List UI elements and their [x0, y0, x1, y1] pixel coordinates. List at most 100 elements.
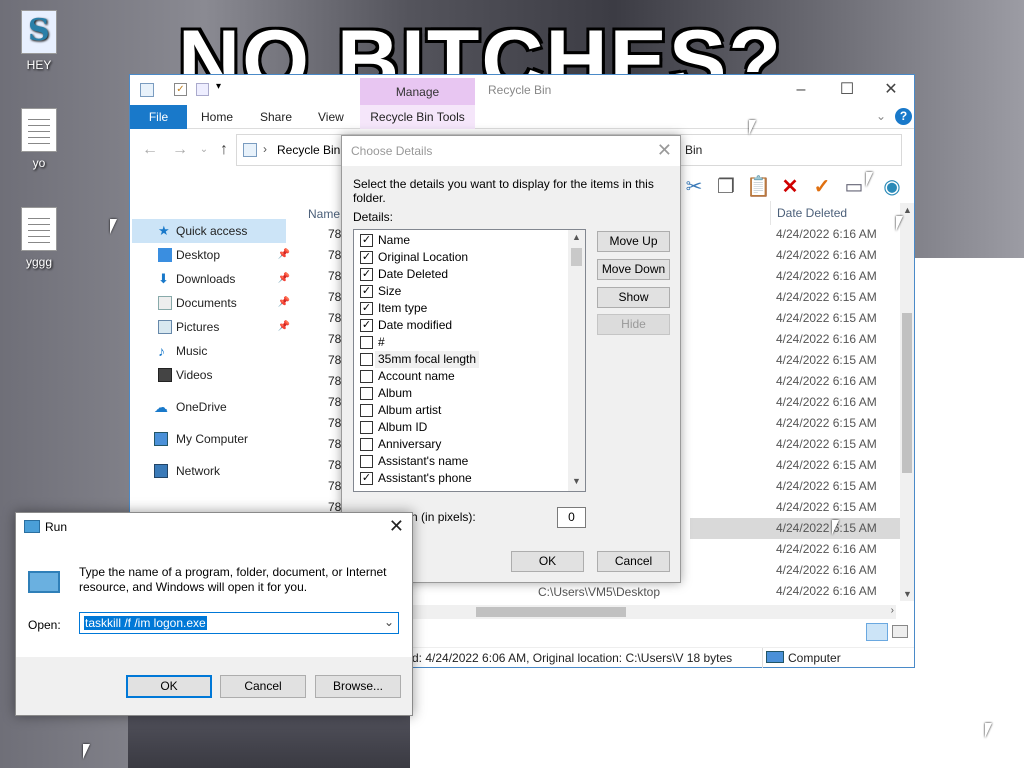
new-folder-icon[interactable] [196, 83, 209, 96]
details-item[interactable]: ✓ Assistant's phone [358, 470, 568, 487]
pin-icon[interactable]: 📌 [278, 315, 290, 339]
nav-onedrive[interactable]: ☁ OneDrive [130, 395, 290, 419]
nav-downloads[interactable]: ⬇ Downloads 📌 [130, 267, 290, 291]
nav-my-computer[interactable]: My Computer [130, 427, 290, 451]
checkbox[interactable] [360, 438, 373, 451]
restore-checkmark-icon[interactable]: ✓ [810, 175, 834, 199]
details-item[interactable]: Album artist [358, 402, 568, 419]
nav-pictures[interactable]: Pictures 📌 [130, 315, 290, 339]
pin-icon[interactable]: 📌 [278, 243, 290, 267]
nav-quick-access[interactable]: ★ Quick access [132, 219, 286, 243]
move-down-button[interactable]: Move Down [597, 259, 670, 280]
checkbox[interactable]: ✓ [360, 302, 373, 315]
details-item[interactable]: Account name [358, 368, 568, 385]
details-item[interactable]: Anniversary [358, 436, 568, 453]
file-row-date-deleted[interactable]: 4/24/2022 6:15 AM [776, 416, 896, 430]
details-item[interactable]: Assistant's name [358, 453, 568, 470]
choose-details-titlebar[interactable]: Choose Details ✕ [342, 136, 680, 166]
checkbox[interactable] [360, 353, 373, 366]
minimize-icon[interactable]: – [778, 75, 824, 105]
help-icon[interactable]: ? [895, 108, 912, 125]
scroll-down-icon[interactable]: ▼ [903, 589, 912, 599]
checkbox[interactable] [360, 387, 373, 400]
tab-file[interactable]: File [130, 105, 187, 129]
pin-icon[interactable]: 📌 [278, 291, 290, 315]
scroll-up-icon[interactable]: ▲ [572, 232, 581, 242]
properties-shell-icon[interactable]: ◉ [880, 175, 904, 199]
file-row-date-deleted[interactable]: 4/24/2022 6:16 AM [776, 584, 896, 598]
run-browse-button[interactable]: Browse... [315, 675, 401, 698]
run-titlebar[interactable]: Run ✕ [16, 513, 412, 541]
tab-view[interactable]: View [304, 105, 358, 129]
scroll-up-icon[interactable]: ▲ [903, 205, 912, 215]
manage-context-tab[interactable]: Manage [360, 78, 475, 106]
checkbox[interactable] [360, 404, 373, 417]
close-icon[interactable]: ✕ [389, 516, 404, 537]
back-arrow-icon[interactable]: ← [140, 140, 160, 160]
file-row-date-deleted[interactable]: 4/24/2022 6:15 AM [776, 437, 896, 451]
details-item[interactable]: Album [358, 385, 568, 402]
details-view-icon[interactable] [866, 623, 888, 641]
tab-share[interactable]: Share [246, 105, 306, 129]
nav-music[interactable]: ♪ Music [130, 339, 290, 363]
file-row-date-deleted[interactable]: 4/24/2022 6:16 AM [776, 227, 896, 241]
checkbox[interactable] [360, 455, 373, 468]
recent-dropdown-icon[interactable]: ⌄ [194, 140, 214, 160]
file-row-date-deleted[interactable]: 4/24/2022 6:15 AM [776, 479, 896, 493]
checkbox[interactable]: ✓ [360, 234, 373, 247]
desktop-icon-hey[interactable]: S HEY [4, 10, 74, 72]
up-arrow-icon[interactable]: ↑ [214, 140, 234, 160]
checkbox[interactable]: ✓ [360, 251, 373, 264]
qat-dropdown-icon[interactable]: ▾ [216, 81, 221, 92]
details-item[interactable]: ✓ Date modified [358, 317, 568, 334]
checkbox[interactable]: ✓ [360, 319, 373, 332]
copy-icon[interactable]: ❐ [714, 175, 738, 199]
file-row-date-deleted[interactable]: 4/24/2022 6:15 AM [776, 290, 896, 304]
file-row-date-deleted[interactable]: 4/24/2022 6:16 AM [776, 332, 896, 346]
horizontal-scroll-thumb[interactable] [476, 607, 626, 617]
desktop-icon-yggg[interactable]: yggg [4, 207, 74, 269]
details-item[interactable]: ✓ Size [358, 283, 568, 300]
checkbox[interactable]: ✓ [360, 472, 373, 485]
close-icon[interactable]: ✕ [657, 140, 672, 161]
nav-desktop[interactable]: Desktop 📌 [130, 243, 290, 267]
file-row-date-deleted[interactable]: 4/24/2022 6:15 AM [776, 353, 896, 367]
hide-button[interactable]: Hide [597, 314, 670, 335]
file-row-date-deleted[interactable]: 4/24/2022 6:15 AM [776, 458, 896, 472]
nav-documents[interactable]: Documents 📌 [130, 291, 290, 315]
properties-icon[interactable]: ✓ [174, 83, 187, 96]
column-header-date-deleted[interactable]: Date Deleted [770, 201, 898, 225]
details-item[interactable]: ✓ Original Location [358, 249, 568, 266]
ok-button[interactable]: OK [511, 551, 584, 572]
file-row-date-deleted[interactable]: 4/24/2022 6:16 AM [776, 395, 896, 409]
details-item[interactable]: 35mm focal length [358, 351, 568, 368]
cut-icon[interactable]: ✂ [682, 175, 706, 199]
close-icon[interactable]: ✕ [868, 75, 914, 105]
maximize-icon[interactable]: ☐ [824, 75, 870, 105]
tab-recycle-bin-tools[interactable]: Recycle Bin Tools [360, 105, 475, 129]
run-ok-button[interactable]: OK [126, 675, 212, 698]
file-row-date-deleted[interactable]: 4/24/2022 6:16 AM [776, 374, 896, 388]
scroll-right-icon[interactable]: › [891, 605, 894, 616]
delete-icon[interactable]: ✕ [778, 175, 802, 199]
show-button[interactable]: Show [597, 287, 670, 308]
details-item[interactable]: # [358, 334, 568, 351]
file-row-date-deleted[interactable]: 4/24/2022 6:16 AM [776, 269, 896, 283]
vertical-scroll-thumb[interactable] [902, 313, 912, 473]
tab-home[interactable]: Home [187, 105, 247, 129]
pin-icon[interactable]: 📌 [278, 267, 290, 291]
run-cancel-button[interactable]: Cancel [220, 675, 306, 698]
cancel-button[interactable]: Cancel [597, 551, 670, 572]
file-row-date-deleted[interactable]: 4/24/2022 6:15 AM [776, 500, 896, 514]
checkbox[interactable]: ✓ [360, 268, 373, 281]
file-row-date-deleted[interactable]: 4/24/2022 6:16 AM [776, 542, 896, 556]
file-row-date-deleted[interactable]: 4/24/2022 6:16 AM [776, 248, 896, 262]
details-scrollbar[interactable]: ▲ ▼ [568, 230, 585, 491]
move-up-button[interactable]: Move Up [597, 231, 670, 252]
details-item[interactable]: ✓ Name [358, 232, 568, 249]
checkbox[interactable] [360, 336, 373, 349]
details-scroll-thumb[interactable] [571, 248, 582, 266]
ribbon-expand-icon[interactable]: ⌄ [876, 109, 886, 123]
file-row-date-deleted[interactable]: 4/24/2022 6:16 AM [776, 563, 896, 577]
column-header-name[interactable]: Name [308, 207, 340, 221]
